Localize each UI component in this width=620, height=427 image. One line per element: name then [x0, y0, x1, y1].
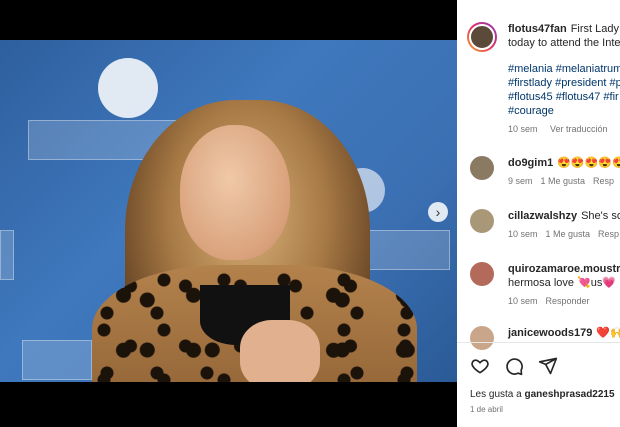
comment-icon[interactable] [504, 356, 524, 376]
comment-text: 😍😍😍😍😍 [557, 157, 620, 169]
heart-icon[interactable] [470, 356, 490, 376]
post-viewer: s › flotus47fanFirst Lady M today to att… [0, 0, 620, 427]
caption-line-2: today to attend the Inte [508, 37, 620, 49]
author-username[interactable]: flotus47fan [508, 23, 567, 35]
post-time: 10 sem [508, 124, 538, 134]
commenter-avatar[interactable] [470, 326, 494, 350]
next-arrow-icon[interactable]: › [428, 202, 448, 222]
post-caption: flotus47fanFirst Lady M today to attend … [508, 22, 620, 50]
comment-text: ❤️🙌 [596, 327, 620, 339]
reply-button[interactable]: Resp [593, 176, 614, 186]
conference-banner [0, 230, 14, 280]
comment-likes[interactable]: 1 Me gusta [546, 229, 591, 239]
comment-item: quirozamaroe.moustro hermosa love 💘us💗 1… [470, 262, 620, 306]
comment-time: 9 sem [508, 176, 533, 186]
subject-face [180, 125, 290, 260]
comment-likes[interactable]: 1 Me gusta [541, 176, 586, 186]
actions-divider [457, 342, 620, 343]
commenter-username[interactable]: quirozamaroe.moustro [508, 263, 620, 275]
subject-hand [240, 320, 320, 382]
media-area: s › [0, 0, 457, 427]
conference-banner [22, 340, 92, 380]
commenter-avatar[interactable] [470, 209, 494, 233]
caption-meta: 10 sem Ver traducción [508, 124, 620, 134]
commenter-username[interactable]: do9gim1 [508, 157, 553, 169]
share-icon[interactable] [538, 356, 558, 376]
hashtag-line[interactable]: #courage [508, 104, 620, 118]
post-date: 1 de abril [470, 405, 503, 414]
conference-logo [98, 58, 158, 118]
reply-button[interactable]: Resp [598, 229, 619, 239]
post-photo[interactable]: s [0, 40, 457, 382]
reply-button[interactable]: Responder [546, 296, 590, 306]
hashtag-line[interactable]: #firstlady #president #p [508, 76, 620, 90]
comment-text: hermosa love 💘us💗 [508, 277, 617, 289]
likes-user[interactable]: ganeshprasad2215 [525, 389, 615, 400]
comment-text: She's so p [581, 210, 620, 222]
commenter-avatar[interactable] [470, 156, 494, 180]
hashtags: #melania #melaniatrum #firstlady #presid… [508, 62, 620, 118]
post-actions [470, 356, 558, 376]
commenter-avatar[interactable] [470, 262, 494, 286]
translate-link[interactable]: Ver traducción [550, 124, 608, 134]
likes-prefix: Les gusta a [470, 389, 522, 400]
comment-item: janicewoods179 ❤️🙌 [470, 326, 620, 350]
post-side-panel: flotus47fanFirst Lady M today to attend … [457, 0, 620, 427]
post-header: flotus47fanFirst Lady M today to attend … [457, 0, 620, 52]
comment-time: 10 sem [508, 296, 538, 306]
comment-item: do9gim1 😍😍😍😍😍 9 sem 1 Me gusta Resp [470, 156, 620, 186]
likes-summary: Les gusta a ganeshprasad2215 [470, 389, 615, 400]
hashtag-line[interactable]: #melania #melaniatrum [508, 62, 620, 76]
hashtag-line[interactable]: #flotus45 #flotus47 #fir [508, 90, 620, 104]
commenter-username[interactable]: cillazwalshzy [508, 210, 577, 222]
author-avatar[interactable] [467, 22, 497, 52]
caption-line-1: First Lady M [570, 23, 620, 35]
commenter-username[interactable]: janicewoods179 [508, 327, 592, 339]
comment-item: cillazwalshzy She's so p 10 sem 1 Me gusta… [470, 209, 620, 239]
comment-time: 10 sem [508, 229, 538, 239]
